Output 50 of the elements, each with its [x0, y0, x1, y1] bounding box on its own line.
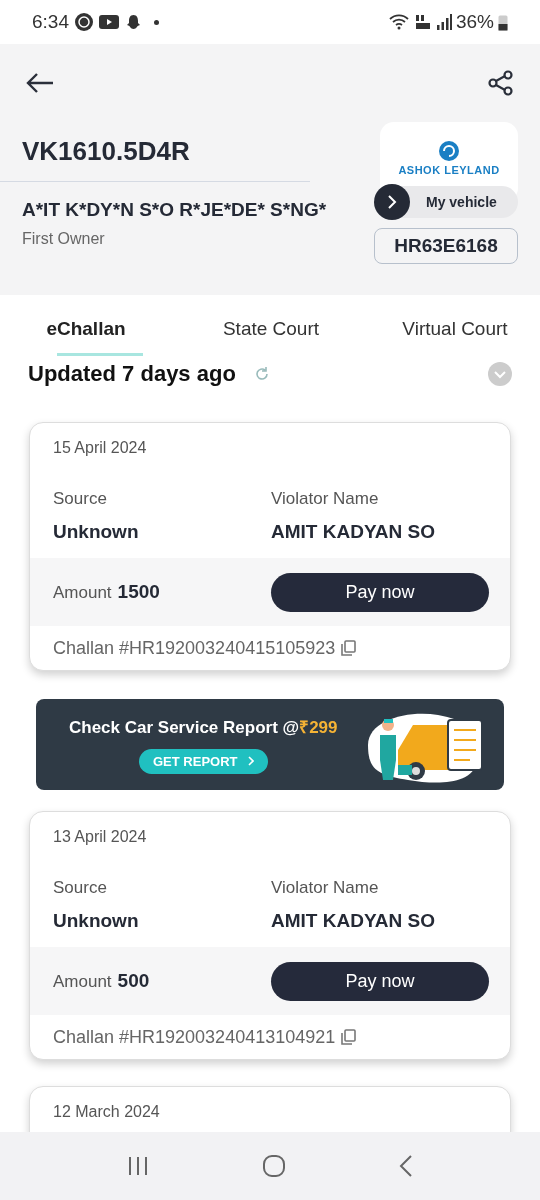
tab[interactable]: eChallan	[0, 295, 172, 363]
battery-icon	[498, 13, 508, 31]
challan-number: Challan #HR192003240415105923	[53, 636, 336, 660]
ownership-label: First Owner	[21, 228, 106, 249]
copy-icon[interactable]	[341, 1029, 357, 1045]
amount-label: Amount	[53, 970, 112, 993]
banner-title: Check Car Service Report @	[69, 717, 300, 740]
wifi-icon	[387, 13, 410, 31]
home-icon[interactable]	[262, 1154, 286, 1178]
pay-now-button[interactable]: Pay now	[271, 961, 489, 1001]
ghost-icon	[125, 13, 142, 31]
app-icon	[75, 13, 93, 31]
copy-icon[interactable]	[341, 640, 357, 656]
brand-logo-icon	[438, 139, 460, 162]
back-arrow-icon[interactable]	[26, 72, 54, 94]
share-icon[interactable]	[488, 70, 514, 96]
brand-name: ASHOK LEYLAND	[398, 162, 500, 178]
source-label: Source	[53, 877, 108, 899]
chevron-right-icon	[247, 756, 254, 767]
source-label: Source	[53, 488, 108, 510]
challan-number: Challan #HR192003240413104921	[53, 1025, 336, 1049]
plate-number: HR63E6168	[374, 228, 518, 264]
status-time: 6:34	[32, 9, 69, 34]
violator-value: AMIT KADYAN SO	[271, 908, 436, 933]
tab[interactable]: Virtual Court	[370, 295, 540, 363]
back-icon[interactable]	[399, 1154, 414, 1178]
source-value: Unknown	[53, 519, 140, 544]
challan-date: 12 March 2024	[53, 1103, 160, 1120]
violator-label: Violator Name	[271, 488, 380, 510]
amount-label: Amount	[53, 581, 112, 604]
banner-price: ₹299	[299, 717, 338, 740]
pay-now-button[interactable]: Pay now	[271, 572, 489, 612]
source-value: Unknown	[53, 908, 140, 933]
signal-icon	[435, 14, 452, 30]
recent-apps-icon[interactable]	[126, 1155, 149, 1177]
challan-date: 13 April 2024	[53, 828, 147, 845]
updated-label: Updated 7 days ago	[28, 360, 236, 388]
tab[interactable]: State Court	[172, 295, 370, 363]
violator-label: Violator Name	[271, 877, 380, 899]
battery-percent: 36%	[455, 9, 494, 34]
vehicle-number: VK1610.5D4R	[22, 136, 190, 166]
video-icon	[99, 15, 119, 29]
amount-value: 500	[117, 968, 150, 993]
violator-value: AMIT KADYAN SO	[271, 519, 436, 544]
chevron-right-icon	[387, 195, 397, 209]
service-report-banner[interactable]: Check Car Service Report @₹299 GET REPORT	[36, 699, 504, 790]
challan-date: 15 April 2024	[53, 439, 147, 456]
amount-value: 1500	[117, 579, 160, 604]
owner-name: A*IT K*DY*N S*O R*JE*DE* S*NG*	[21, 198, 327, 222]
lte-icon	[413, 13, 432, 31]
